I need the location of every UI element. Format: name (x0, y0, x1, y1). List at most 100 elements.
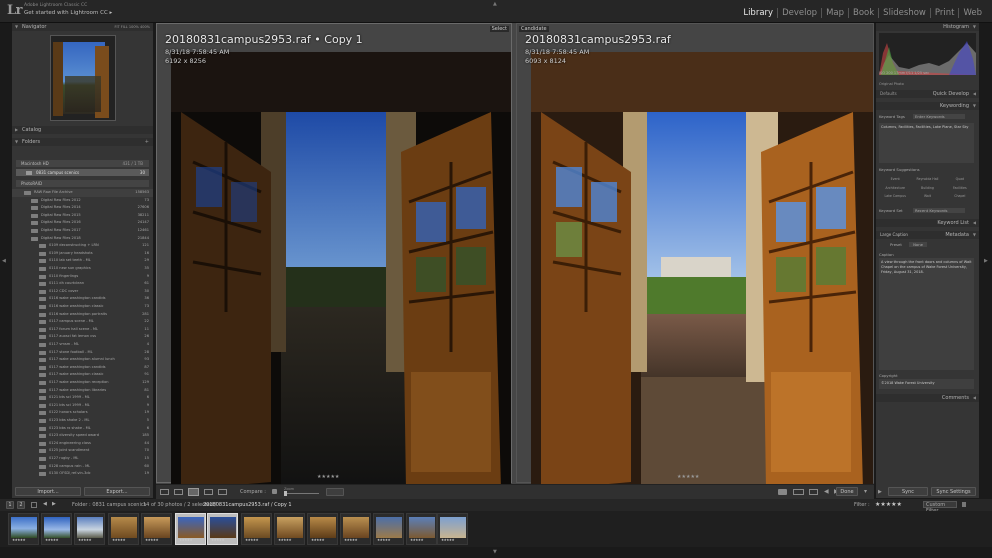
folder-row[interactable]: 0117 auxsci fat lemon css 26 (12, 333, 153, 341)
module-print[interactable]: Print (929, 8, 959, 18)
folder-row[interactable]: 0117 wake washington libraries 81 (12, 387, 153, 395)
filmstrip-thumbnail[interactable]: ★★★★★ (141, 513, 172, 545)
collapse-right-panel-icon[interactable]: ▶ (984, 258, 988, 264)
filmstrip-thumbnail[interactable]: ★★★★★ (406, 513, 437, 545)
comments-header[interactable]: Comments ◀ (876, 394, 979, 402)
folder-row[interactable]: 0130 OFSD\ ref-vin-3dc 19 (12, 470, 153, 478)
lock-icon[interactable] (272, 489, 277, 494)
filmstrip-path[interactable]: Folder : 0831 campus scenics (72, 502, 146, 508)
suggestion[interactable]: Quad (944, 175, 976, 184)
folder-row[interactable]: Digital Raw Files 2015 38211 (12, 212, 153, 220)
identity-plate-line2[interactable]: Get started with Lightroom CC ▸ (24, 10, 112, 16)
filmstrip-thumbnail[interactable]: ★★★★★ (437, 513, 468, 545)
folder-row[interactable]: 0123 diversity speed award 185 (12, 432, 153, 440)
select-pane[interactable]: Select 20180831campus2953.raf • Copy 1 8… (156, 23, 512, 490)
collapse-left-panel-icon[interactable]: ◀ (2, 258, 6, 264)
folder-row[interactable]: 0110 new sun graphics 35 (12, 265, 153, 273)
folder-row[interactable]: 0116 wake washington portraits 281 (12, 311, 153, 319)
filmstrip-thumbnail[interactable]: ★★★★★ (307, 513, 338, 545)
done-button[interactable]: Done (836, 487, 858, 496)
filmstrip-thumbnail[interactable]: ★★★★★ (274, 513, 305, 545)
filmstrip-thumbnail[interactable]: ★★★★★ (340, 513, 371, 545)
candidate-photo[interactable] (531, 52, 873, 490)
filter-lock-icon[interactable] (962, 502, 966, 507)
candidate-pane[interactable]: Candidate 20180831campus2953.raf 8/31/18… (516, 23, 874, 490)
folder-row[interactable]: 0117 wake washington classic 91 (12, 371, 153, 379)
keyword-set-dropdown[interactable]: Recent Keywords (913, 208, 965, 213)
suggestion[interactable]: Wait (911, 192, 943, 201)
folder-row[interactable]: 0123 bbs rx shake - ML 6 (12, 425, 153, 433)
folder-row[interactable]: 0109 deconstructing + LRN 121 (12, 242, 153, 250)
make-select-icon[interactable] (793, 489, 804, 495)
folder-row[interactable]: Digital Raw Files 2014 27606 (12, 204, 153, 212)
survey-view-icon[interactable] (204, 489, 213, 495)
folder-row[interactable]: 0121 bts sci 1999 - ML 9 (12, 402, 153, 410)
module-map[interactable]: Map (821, 8, 848, 18)
keyword-tags-dropdown[interactable]: Enter Keywords (913, 114, 965, 119)
filmstrip-thumbnail[interactable]: ★★★★★ (74, 513, 105, 545)
sync-toggle-icon[interactable]: ▶ (878, 489, 882, 495)
page-2-button[interactable]: 2 (17, 501, 25, 509)
keywording-header[interactable]: Keywording ▼ (876, 102, 979, 110)
select-photo[interactable] (171, 52, 511, 490)
collapse-bottom-panel-icon[interactable]: ▼ (493, 549, 497, 555)
suggestion[interactable]: Facilities (944, 184, 976, 193)
filmstrip-thumbnail[interactable]: ★★★★★ (373, 513, 404, 545)
export-button[interactable]: Export... (84, 487, 150, 496)
back-arrow-icon[interactable]: ◀ (43, 501, 47, 507)
volume-macintosh-hd[interactable]: Macintosh HD 431 / 1 TB (16, 160, 149, 167)
keyword-list-header[interactable]: Keyword List ◀ (876, 219, 979, 227)
select-stars[interactable]: ★★★★★ (317, 474, 339, 480)
grid-view-icon[interactable] (160, 489, 169, 495)
filter-stars[interactable]: ★★★★★ (875, 501, 902, 508)
import-button[interactable]: Import... (15, 487, 81, 496)
filter-dropdown[interactable]: Custom Filter (923, 501, 957, 514)
metadata-header[interactable]: Large Caption Metadata ▼ (876, 231, 979, 239)
navigator-zoom-options[interactable]: FIT FILL 100% 400% (115, 23, 150, 31)
grid-icon[interactable] (31, 502, 37, 508)
module-library[interactable]: Library (739, 8, 777, 18)
original-photo-checkbox[interactable]: Original Photo (879, 82, 904, 86)
folder-row[interactable]: RAW Raw File Archive 158563 (12, 189, 153, 197)
module-develop[interactable]: Develop (777, 8, 821, 18)
module-book[interactable]: Book (848, 8, 878, 18)
folder-row[interactable]: Digital Raw Files 2016 24147 (12, 219, 153, 227)
keywords-textarea[interactable]: Columns, Facilities, Facilities, Lake Pl… (879, 123, 974, 163)
folder-row[interactable]: 0117 wake washington reception 129 (12, 379, 153, 387)
camera-icon[interactable] (778, 489, 787, 495)
page-1-button[interactable]: 1 (6, 501, 14, 509)
folder-row[interactable]: 0110 fingerlings 9 (12, 273, 153, 281)
toolbar-menu-icon[interactable]: ▾ (864, 488, 867, 495)
filmstrip-thumbnail[interactable]: ★★★★★ (8, 513, 39, 545)
navigator-preview[interactable] (50, 35, 116, 121)
folder-row[interactable]: 0117 campus scene - ML 22 (12, 318, 153, 326)
filmstrip-thumbnail[interactable]: ★★★★★ (241, 513, 272, 545)
suggestion[interactable]: Reynolda Hall (911, 175, 943, 184)
folder-row[interactable]: Digital Raw Files 2018 21844 (12, 235, 153, 243)
volume-photoraid[interactable]: PhotoRAID (16, 180, 149, 187)
collapse-top-panel-icon[interactable]: ▲ (493, 1, 497, 7)
quick-develop-header[interactable]: Defaults Quick Develop ◀ (876, 90, 979, 98)
folder-row[interactable]: Digital Raw Files 2012 73 (12, 197, 153, 205)
folder-row[interactable]: 0121 bts sci 1999 - ML 6 (12, 394, 153, 402)
suggestion[interactable]: Lake Campus (879, 192, 911, 201)
filmstrip-thumbnail[interactable]: ★★★★★ (175, 513, 206, 545)
candidate-stars[interactable]: ★★★★★ (677, 474, 699, 480)
folder-row[interactable]: 0117 vmsm - ML 4 (12, 341, 153, 349)
suggestion[interactable]: Architecture (879, 184, 911, 193)
module-web[interactable]: Web (958, 8, 986, 18)
previous-arrow-icon[interactable]: ◀ (824, 488, 829, 495)
folder-row[interactable]: 0125 joint scandiment 70 (12, 447, 153, 455)
folder-row[interactable]: 0117 stone football - ML 28 (12, 349, 153, 357)
people-view-icon[interactable] (218, 489, 227, 495)
swap-button[interactable] (326, 488, 344, 496)
navigator-header[interactable]: ▼ Navigator FIT FILL 100% 400% (12, 23, 153, 31)
suggestion[interactable]: Building (911, 184, 943, 193)
filmstrip-thumbnail[interactable]: ★★★★★ (207, 513, 238, 545)
folder-row[interactable]: 0116 wake washington classic 73 (12, 303, 153, 311)
folder-row[interactable]: 0122 honors scholars 19 (12, 409, 153, 417)
sync-settings-button[interactable]: Sync Settings (931, 487, 976, 496)
copyright-field[interactable]: ©2018 Wake Forest University (879, 379, 974, 389)
metadata-view-dropdown[interactable]: Large Caption (880, 231, 908, 239)
filmstrip-thumbnail[interactable]: ★★★★★ (41, 513, 72, 545)
